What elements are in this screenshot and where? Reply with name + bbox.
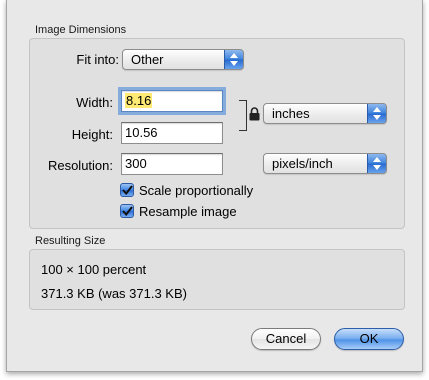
cancel-button[interactable]: Cancel: [251, 328, 321, 350]
width-field[interactable]: 8.16: [121, 90, 223, 112]
resolution-units-popup[interactable]: pixels/inch: [263, 153, 387, 174]
height-field[interactable]: 10.56: [121, 122, 223, 144]
units-value: inches: [272, 106, 310, 121]
width-value: 8.16: [125, 93, 153, 108]
resolution-value: 300: [125, 156, 147, 171]
fit-into-value: Other: [131, 52, 164, 67]
resample-image-label[interactable]: Resample image: [139, 204, 237, 219]
width-label: Width:: [76, 95, 113, 110]
scale-proportionally-label[interactable]: Scale proportionally: [139, 183, 253, 198]
popup-arrows-icon: [367, 104, 386, 123]
height-value: 10.56: [125, 125, 158, 140]
resample-image-checkbox[interactable]: [120, 204, 134, 218]
image-dimensions-sheet: Image Dimensions Fit into: Other Width: …: [6, 0, 423, 372]
fit-into-popup[interactable]: Other: [122, 49, 244, 70]
units-popup[interactable]: inches: [263, 103, 387, 124]
resulting-size-bytes: 371.3 KB (was 371.3 KB): [41, 286, 187, 301]
ok-button[interactable]: OK: [334, 328, 404, 350]
resulting-size-percent: 100 × 100 percent: [41, 262, 147, 277]
lock-icon: [249, 107, 260, 124]
proportion-link-bracket: [239, 100, 247, 131]
resulting-size-group-label: Resulting Size: [35, 235, 106, 247]
popup-arrows-icon: [367, 154, 386, 173]
image-dimensions-group-label: Image Dimensions: [35, 24, 127, 36]
checkmark-icon: [121, 206, 133, 216]
resolution-field[interactable]: 300: [121, 153, 223, 175]
resolution-units-value: pixels/inch: [272, 156, 333, 171]
height-label: Height:: [71, 127, 113, 142]
fit-into-label: Fit into:: [76, 52, 119, 67]
resolution-label: Resolution:: [47, 158, 113, 173]
popup-arrows-icon: [224, 50, 243, 69]
checkmark-icon: [121, 185, 133, 195]
scale-proportionally-checkbox[interactable]: [120, 183, 134, 197]
